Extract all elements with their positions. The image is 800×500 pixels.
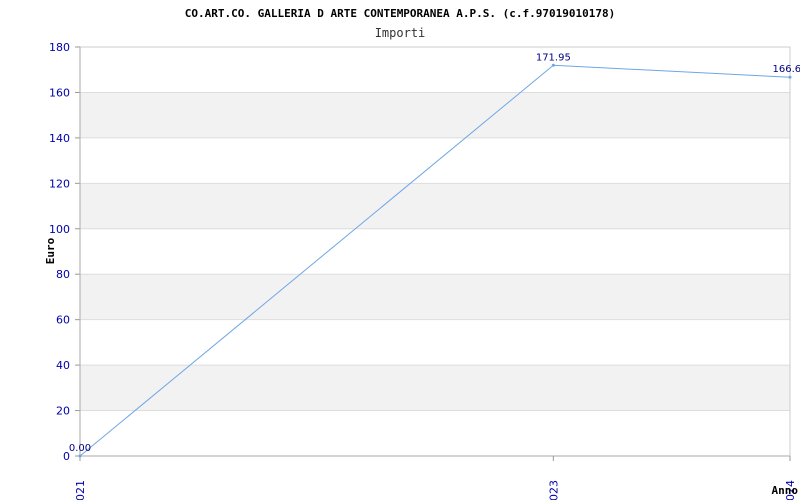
data-label: 166.69	[773, 64, 800, 75]
grid-band	[80, 92, 790, 138]
x-tick-label: 2021	[74, 480, 87, 500]
y-axis-title: Euro	[44, 237, 57, 264]
y-tick-label: 180	[49, 41, 70, 54]
x-tick-label: 2023	[547, 480, 560, 500]
y-tick-label: 80	[56, 268, 70, 281]
data-point	[551, 63, 555, 67]
background-bands	[80, 92, 790, 411]
data-label: 171.95	[536, 52, 571, 63]
y-tick-label: 0	[63, 450, 70, 463]
chart-subtitle: Importi	[375, 26, 426, 40]
x-axis-title: Anno	[772, 484, 799, 497]
data-point	[78, 454, 82, 458]
grid-band	[80, 365, 790, 411]
y-tick-label: 140	[49, 132, 70, 145]
chart-title: CO.ART.CO. GALLERIA D ARTE CONTEMPORANEA…	[185, 7, 615, 20]
y-tick-label: 20	[56, 405, 70, 418]
data-label: 0.00	[69, 443, 91, 454]
y-tick-label: 100	[49, 223, 70, 236]
grid-band	[80, 274, 790, 320]
data-point	[788, 75, 792, 79]
grid-band	[80, 183, 790, 229]
y-tick-label: 40	[56, 359, 70, 372]
chart: 0.00 171.95 166.69 0 20 40 60 80 100 120 140 160 18…	[44, 7, 800, 500]
y-tick-label: 60	[56, 314, 70, 327]
y-tick-label: 120	[49, 177, 70, 190]
y-tick-label: 160	[49, 86, 70, 99]
